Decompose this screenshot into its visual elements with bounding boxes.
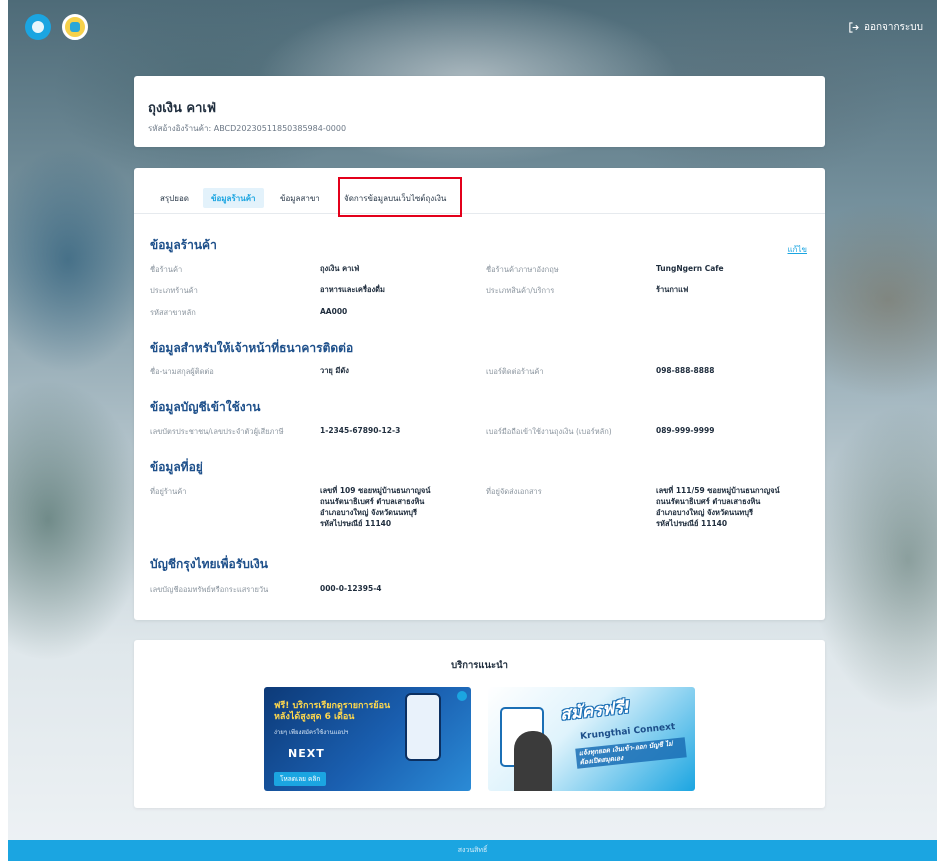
banner-next-headline: ฟรี! บริการเรียกดูรายการย้อนหลังได้สูงสุ… [274,701,391,722]
banner-connext-headline: สมัครฟรี! [559,697,632,725]
tab-website-manage[interactable]: จัดการข้อมูลบนเว็บไซต์ถุงเงิน [336,188,454,208]
tab-summary[interactable]: สรุปยอด [152,188,197,208]
branch-code-label: รหัสสาขาหลัก [150,308,196,317]
banner-krungthai-next[interactable]: ฟรี! บริการเรียกดูรายการย้อนหลังได้สูงสุ… [264,687,471,791]
shop-name-en-value: TungNgern Cafe [656,264,724,273]
contact-phone-value: 098-888-8888 [656,366,715,375]
shop-address-line: รหัสไปรษณีย์ 11140 [320,519,392,528]
shop-address-line: อำเภอบางใหญ่ จังหวัดนนทบุรี [320,508,418,517]
banner-connext-desc: แจ้งทุกยอด เงินเข้า-ออก บัญชี ไม่ต้องเปิ… [575,737,687,769]
shop-ref-label: รหัสอ้างอิงร้านค้า: [148,124,212,133]
shop-info-title: ข้อมูลร้านค้า [150,238,217,252]
doc-address-value: เลขที่ 111/59 ซอยหมู่บ้านธนกาญจน์ ถนนรัต… [656,485,780,529]
contact-phone-label: เบอร์ติดต่อร้านค้า [486,367,544,376]
mobile-value: 089-999-9999 [656,426,715,435]
shop-name-en-label: ชื่อร้านค้าภาษาอังกฤษ [486,265,559,274]
shop-type-value: อาหารและเครื่องดื่ม [320,285,385,294]
tab-bar: สรุปยอด ข้อมูลร้านค้า ข้อมูลสาขา จัดการข… [134,168,825,214]
tab-shop-info[interactable]: ข้อมูลร้านค้า [203,188,264,208]
krungthai-logo-icon[interactable] [25,14,51,40]
shop-address-line: เลขที่ 109 ซอยหมู่บ้านธนกาญจน์ [320,486,431,495]
doc-address-line: เลขที่ 111/59 ซอยหมู่บ้านธนกาญจน์ [656,486,780,495]
person-illustration-icon [514,731,552,791]
product-type-value: ร้านกาแฟ [656,285,689,294]
shop-ref-value: ABCD20230511850385984-0000 [213,124,347,133]
bank-account-label: เลขบัญชีออมทรัพย์หรือกระแสรายวัน [150,585,269,594]
footer: สงวนสิทธิ์ [8,840,937,861]
services-title: บริการแนะนำ [451,660,508,671]
shop-name-value: ถุงเงิน คาเฟ่ [320,264,360,273]
shop-header-card: ถุงเงิน คาเฟ่ รหัสอ้างอิงร้านค้า: ABCD20… [134,76,825,147]
left-edge [0,0,8,861]
tab-branch-info[interactable]: ข้อมูลสาขา [272,188,328,208]
phone-illustration-icon [405,693,441,761]
shop-address-line: ถนนรัตนาธิเบศร์ ตำบลเสาธงหิน [320,497,425,506]
logout-button[interactable]: ออกจากระบบ [848,20,923,35]
contact-person-value: วายุ มีดัง [320,366,349,375]
doc-address-label: ที่อยู่จัดส่งเอกสาร [486,487,542,496]
shop-ref: รหัสอ้างอิงร้านค้า: ABCD2023051185038598… [148,122,346,135]
doc-address-line: อำเภอบางใหญ่ จังหวัดนนทบุรี [656,508,754,517]
shop-address-label: ที่อยู่ร้านค้า [150,487,187,496]
krungthai-badge-icon [457,691,467,701]
branch-code-value: AA000 [320,307,348,316]
shop-name: ถุงเงิน คาเฟ่ [148,101,217,116]
product-type-label: ประเภทสินค้า/บริการ [486,286,555,295]
address-info-title: ข้อมูลที่อยู่ [150,460,203,474]
contact-person-label: ชื่อ-นามสกุลผู้ติดต่อ [150,367,214,376]
logout-icon [849,22,859,33]
id-label: เลขบัตรประชาชน/เลขประจำตัวผู้เสียภาษี [150,427,284,436]
doc-address-line: ถนนรัตนาธิเบศร์ ตำบลเสาธงหิน [656,497,761,506]
id-value: 1-2345-67890-12-3 [320,426,401,435]
tungngern-logo-icon[interactable] [62,14,88,40]
banner-next-sub: ง่ายๆ เพียงสมัครใช้งานแอปฯ [274,729,349,736]
recommended-services-card: บริการแนะนำ ฟรี! บริการเรียกดูรายการย้อน… [134,640,825,808]
shop-type-label: ประเภทร้านค้า [150,286,198,295]
banner-krungthai-connext[interactable]: สมัครฟรี! Krungthai Connext แจ้งทุกยอด เ… [488,687,695,791]
mobile-label: เบอร์มือถือเข้าใช้งานถุงเงิน (เบอร์หลัก) [486,427,612,436]
banner-next-brand: NEXT [288,747,325,760]
shop-address-value: เลขที่ 109 ซอยหมู่บ้านธนกาญจน์ ถนนรัตนาธ… [320,485,430,529]
banner-next-button[interactable]: โหลดเลย คลิก [274,772,327,786]
shop-info-card: สรุปยอด ข้อมูลร้านค้า ข้อมูลสาขา จัดการข… [134,168,825,620]
logout-label: ออกจากระบบ [863,22,923,33]
shop-name-label: ชื่อร้านค้า [150,265,183,274]
footer-text: สงวนสิทธิ์ [457,846,488,854]
doc-address-line: รหัสไปรษณีย์ 11140 [656,519,728,528]
bank-info-title: บัญชีกรุงไทยเพื่อรับเงิน [150,557,268,571]
bank-account-value: 000-0-12395-4 [320,584,382,593]
edit-link[interactable]: แก้ไข [788,243,808,256]
account-info-title: ข้อมูลบัญชีเข้าใช้งาน [150,400,261,414]
contact-info-title: ข้อมูลสำหรับให้เจ้าหน้าที่ธนาคารติดต่อ [150,341,354,355]
